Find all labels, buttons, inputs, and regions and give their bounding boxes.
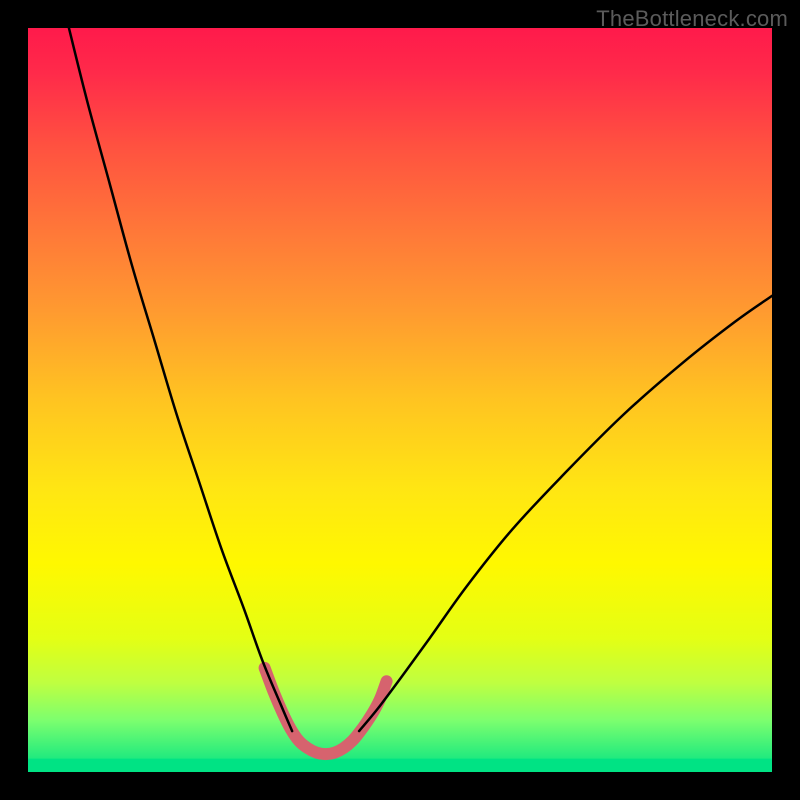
bottleneck-chart [28, 28, 772, 772]
chart-floor-band [28, 759, 772, 772]
chart-frame: TheBottleneck.com [0, 0, 800, 800]
chart-background [28, 28, 772, 772]
